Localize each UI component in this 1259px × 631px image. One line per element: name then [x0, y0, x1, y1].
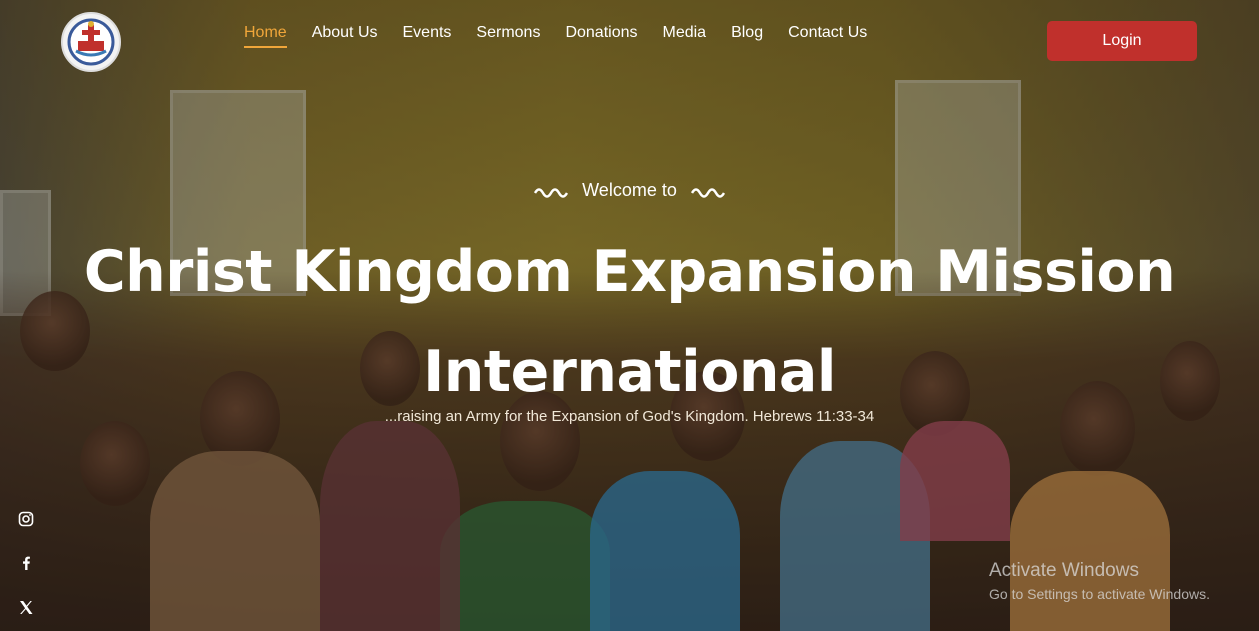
watermark-line2: Go to Settings to activate Windows. [989, 586, 1210, 602]
login-button[interactable]: Login [1047, 21, 1197, 61]
hero-title: Christ Kingdom Expansion Mission Interna… [0, 222, 1259, 422]
welcome-text: Welcome to [582, 180, 677, 200]
hero-section: Home About Us Events Sermons Donations M… [0, 0, 1259, 631]
nav-blog[interactable]: Blog [731, 24, 763, 48]
church-logo[interactable] [61, 12, 121, 72]
welcome-line: Welcome to [0, 180, 1259, 201]
facebook-icon[interactable] [15, 552, 37, 574]
hero-title-line1: Christ Kingdom Expansion Mission [83, 239, 1176, 305]
hero-title-line2: International [423, 339, 836, 405]
instagram-icon[interactable] [15, 508, 37, 530]
watermark-line1: Activate Windows [989, 560, 1139, 581]
hero-tagline: ...raising an Army for the Expansion of … [384, 408, 875, 425]
windows-activation-watermark: Activate Windows Go to Settings to activ… [989, 560, 1210, 602]
nav-home[interactable]: Home [244, 24, 287, 48]
x-icon[interactable] [15, 596, 37, 618]
squiggle-right-icon [690, 187, 725, 198]
logo-emblem-icon [67, 18, 115, 66]
nav-events[interactable]: Events [403, 24, 452, 48]
main-nav: Home About Us Events Sermons Donations M… [244, 24, 867, 48]
nav-donations[interactable]: Donations [565, 24, 637, 48]
nav-sermons[interactable]: Sermons [476, 24, 540, 48]
squiggle-left-icon [534, 187, 569, 198]
nav-media[interactable]: Media [663, 24, 707, 48]
social-links [15, 508, 37, 618]
nav-about-us[interactable]: About Us [312, 24, 378, 48]
nav-contact-us[interactable]: Contact Us [788, 24, 867, 48]
